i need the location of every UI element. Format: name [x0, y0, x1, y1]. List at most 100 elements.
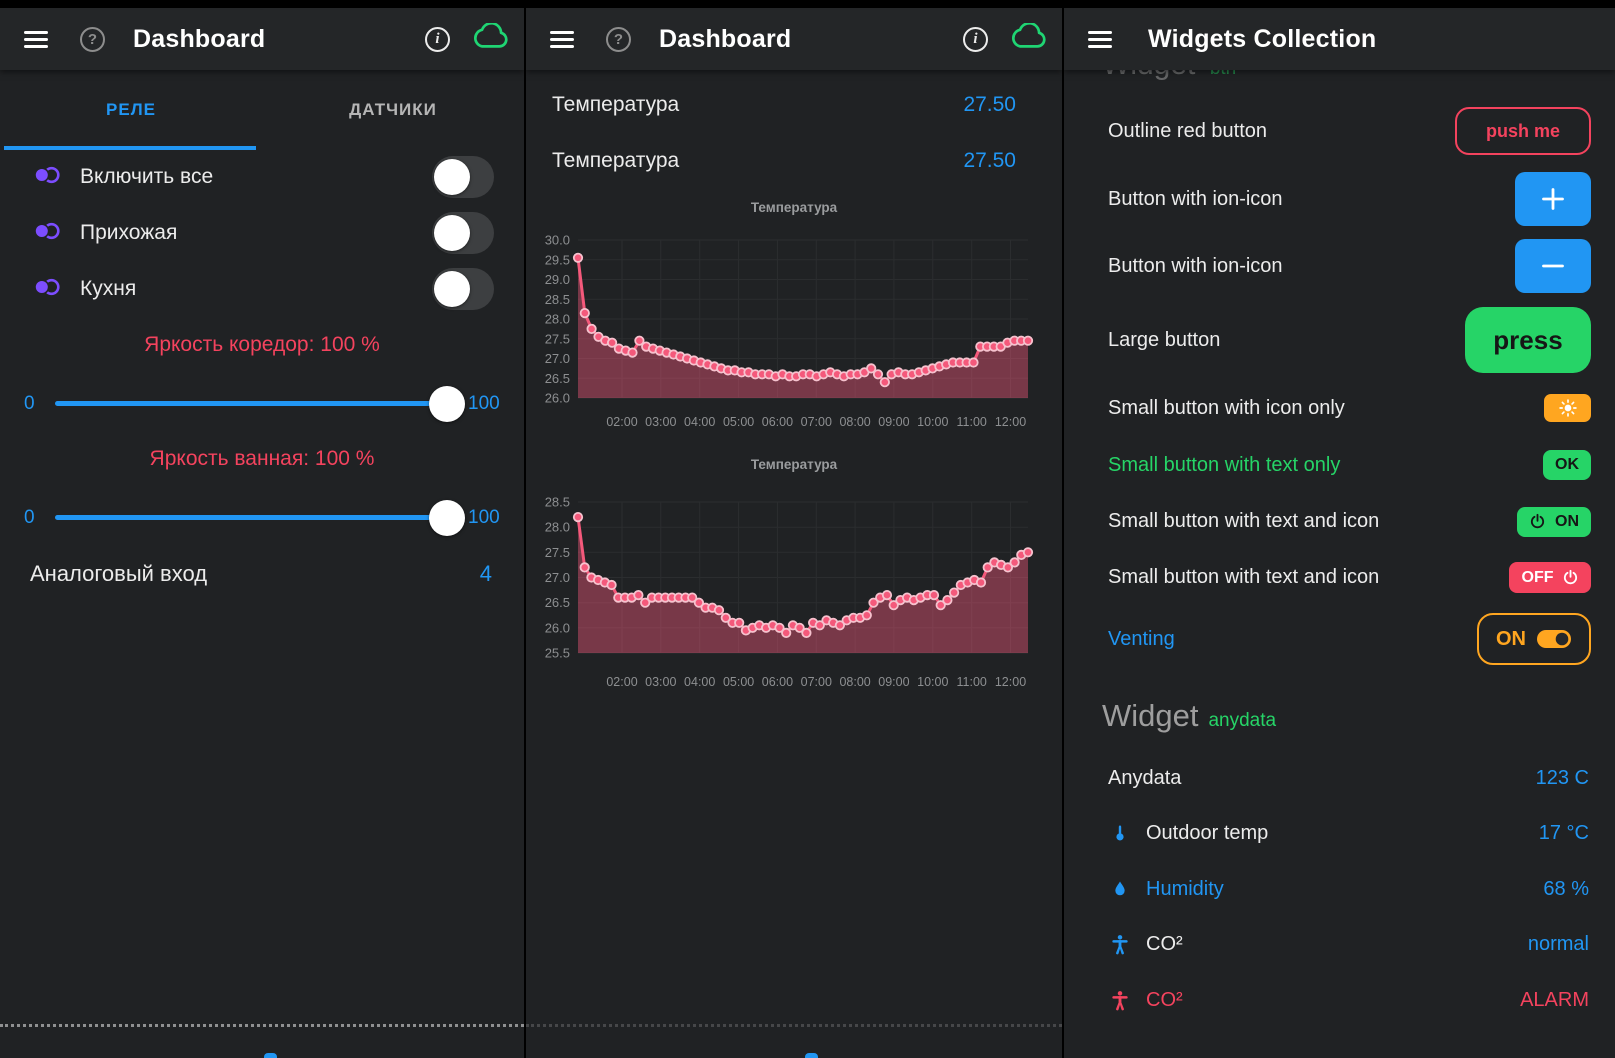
- menu-icon[interactable]: [24, 31, 48, 48]
- person-icon: [1108, 989, 1132, 1011]
- tab-relays[interactable]: РЕЛЕ: [0, 70, 262, 150]
- chart-title: Температура: [526, 200, 1062, 215]
- page-title: Dashboard: [133, 25, 265, 54]
- slider-title-corridor: Яркость коредор: 100 %: [0, 333, 524, 357]
- help-icon[interactable]: ?: [80, 27, 105, 52]
- press-button[interactable]: press: [1465, 307, 1591, 373]
- toggle-switch[interactable]: [432, 156, 494, 198]
- tab-label: РЕЛЕ: [106, 100, 156, 120]
- svg-text:10:00: 10:00: [917, 415, 948, 429]
- svg-text:11:00: 11:00: [957, 675, 987, 689]
- toggle-switch[interactable]: [432, 212, 494, 254]
- toggle-glyph-icon: [32, 222, 62, 245]
- cloud-status-icon[interactable]: [1010, 23, 1048, 55]
- row-label: Humidity: [1146, 878, 1224, 901]
- svg-text:28.0: 28.0: [545, 312, 570, 327]
- row-label: Outline red button: [1108, 120, 1267, 143]
- tab-sensors[interactable]: ДАТЧИКИ: [262, 70, 524, 150]
- switch-row-hallway: Прихожая: [0, 211, 524, 255]
- slider-max-label: 100: [468, 393, 500, 415]
- reading-label: Температура: [552, 93, 679, 117]
- row-label: CO²: [1146, 933, 1183, 956]
- row-value: ALARM: [1520, 989, 1589, 1012]
- slider-track[interactable]: [55, 401, 462, 406]
- svg-text:28.5: 28.5: [545, 495, 570, 510]
- svg-text:27.5: 27.5: [545, 331, 570, 346]
- svg-text:28.5: 28.5: [545, 292, 570, 307]
- power-icon: [1529, 513, 1546, 530]
- row-label: Button with ion-icon: [1108, 188, 1283, 211]
- switch-label: Кухня: [80, 277, 136, 301]
- toggle-switch[interactable]: [432, 268, 494, 310]
- push-me-button[interactable]: push me: [1455, 107, 1591, 155]
- top-strip: [1064, 0, 1615, 8]
- plus-button[interactable]: [1515, 172, 1591, 226]
- on-button[interactable]: ON: [1517, 507, 1591, 537]
- svg-text:02:00: 02:00: [606, 675, 637, 689]
- row-label: Small button with icon only: [1108, 397, 1345, 420]
- section-subtitle: anydata: [1208, 710, 1276, 732]
- svg-text:09:00: 09:00: [878, 675, 909, 689]
- svg-text:29.5: 29.5: [545, 252, 570, 267]
- svg-text:08:00: 08:00: [839, 675, 870, 689]
- svg-text:12:00: 12:00: [995, 675, 1026, 689]
- venting-toggle-button[interactable]: ON: [1477, 613, 1591, 665]
- clipped-blue-icon: [264, 1053, 277, 1058]
- row-label: Button with ion-icon: [1108, 255, 1283, 278]
- page-title: Widgets Collection: [1148, 25, 1376, 54]
- row-label: Small button with text only: [1108, 454, 1340, 477]
- droplet-icon: [1108, 878, 1132, 900]
- widget-row: Venting ON: [1064, 613, 1615, 665]
- analog-input-value: 4: [480, 561, 492, 587]
- slider-max-label: 100: [468, 507, 500, 529]
- menu-icon[interactable]: [550, 31, 574, 48]
- plus-icon: [1538, 184, 1568, 214]
- button-label: OFF: [1522, 569, 1554, 587]
- section-title: Widget: [1102, 698, 1198, 734]
- page-separator: [526, 1024, 1062, 1027]
- svg-text:28.0: 28.0: [545, 520, 570, 535]
- svg-text:10:00: 10:00: [917, 675, 948, 689]
- info-icon[interactable]: i: [963, 27, 988, 52]
- temperature-chart-2: 28.528.027.527.026.526.025.502:0003:0004…: [526, 478, 1062, 696]
- button-label: ON: [1496, 628, 1526, 651]
- switch-row-all: Включить все: [0, 155, 524, 199]
- tab-bar: РЕЛЕ ДАТЧИКИ: [0, 70, 524, 150]
- chart-title: Температура: [526, 457, 1062, 472]
- svg-text:04:00: 04:00: [684, 675, 715, 689]
- menu-icon[interactable]: [1088, 31, 1112, 48]
- off-button[interactable]: OFF: [1509, 562, 1591, 593]
- row-value: 123 C: [1536, 767, 1589, 790]
- svg-text:04:00: 04:00: [684, 415, 715, 429]
- sun-button[interactable]: [1544, 394, 1591, 422]
- row-label: Large button: [1108, 329, 1220, 352]
- ok-button[interactable]: OK: [1543, 450, 1591, 480]
- outdoor-temp-row: Outdoor temp 17 °C: [1064, 815, 1615, 851]
- switch-row-kitchen: Кухня: [0, 267, 524, 311]
- row-value: 17 °C: [1539, 822, 1589, 845]
- cloud-status-icon[interactable]: [472, 23, 510, 55]
- info-icon[interactable]: i: [425, 27, 450, 52]
- app-header: Widgets Collection: [1064, 8, 1615, 70]
- toggle-glyph-icon: [32, 278, 62, 301]
- sun-icon: [1558, 398, 1578, 418]
- temperature-chart-1: 30.029.529.028.528.027.527.026.526.002:0…: [526, 222, 1062, 440]
- switch-label: Прихожая: [80, 221, 177, 245]
- svg-text:08:00: 08:00: [839, 415, 870, 429]
- co2-alarm-row: CO² ALARM: [1064, 982, 1615, 1018]
- switch-label: Включить все: [80, 165, 213, 189]
- row-label: Small button with text and icon: [1108, 566, 1379, 589]
- slider-track[interactable]: [55, 515, 462, 520]
- widget-row: Button with ion-icon: [1064, 239, 1615, 293]
- minus-button[interactable]: [1515, 239, 1591, 293]
- temperature-reading-row: Температура 27.50: [526, 144, 1062, 178]
- svg-text:26.5: 26.5: [545, 595, 570, 610]
- help-icon[interactable]: ?: [606, 27, 631, 52]
- clipped-blue-icon: [805, 1053, 818, 1058]
- analog-input-row: Аналоговый вход 4: [0, 556, 524, 592]
- slider-knob[interactable]: [429, 386, 465, 422]
- slider-knob[interactable]: [429, 500, 465, 536]
- svg-text:09:00: 09:00: [878, 415, 909, 429]
- svg-text:11:00: 11:00: [957, 415, 987, 429]
- widget-row: Small button with text and icon ON: [1064, 506, 1615, 537]
